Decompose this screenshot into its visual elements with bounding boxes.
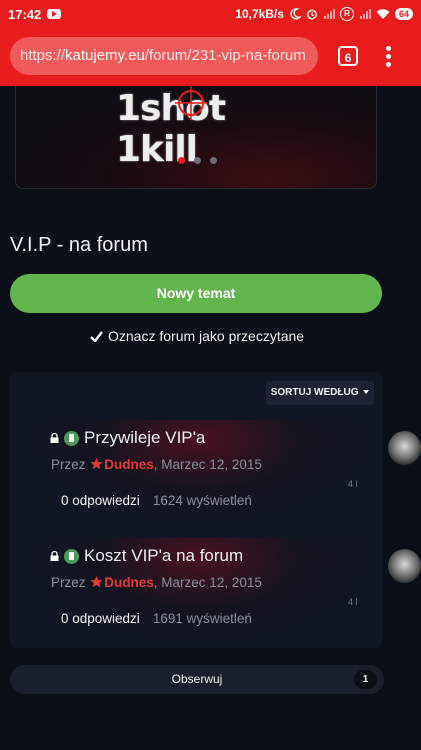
- lock-icon: [50, 433, 59, 443]
- topic-row[interactable]: Przywileje VIP'a Przez Dudnes, Marzec 12…: [38, 420, 362, 520]
- follow-count-badge: 1: [354, 670, 377, 689]
- topic-stats: 0 odpowiedzi 1624 wyświetleń: [61, 493, 252, 508]
- page-title: V.I.P - na forum: [10, 234, 148, 256]
- status-time: 17:42: [8, 6, 42, 22]
- topic-author[interactable]: Dudnes: [104, 575, 154, 590]
- carousel-dot-3[interactable]: [210, 157, 217, 164]
- status-left: 17:42: [8, 6, 62, 22]
- new-topic-button[interactable]: Nowy temat: [10, 274, 382, 313]
- avatar[interactable]: [388, 549, 421, 583]
- topic-date: , Marzec 12, 2015: [153, 575, 262, 590]
- caret-down-icon: [363, 390, 370, 395]
- topic-by: Przez: [51, 575, 86, 590]
- signal-icon: [323, 9, 335, 19]
- topic-stats: 0 odpowiedzi 1691 wyświetleń: [61, 611, 252, 626]
- tab-switcher-button[interactable]: 6: [338, 46, 358, 66]
- star-badge-icon: [90, 576, 103, 588]
- url-path: /forum/231-vip-na-forum: [144, 47, 306, 64]
- topic-row[interactable]: Koszt VIP'a na forum Przez Dudnes, Marze…: [38, 538, 362, 638]
- roaming-badge-icon: R: [339, 7, 354, 21]
- topic-meta: Przez Dudnes, Marzec 12, 2015: [51, 457, 262, 472]
- topic-title-line: Koszt VIP'a na forum: [50, 546, 243, 566]
- battery-icon: 64: [394, 8, 413, 20]
- topic-side-text: 4 l: [348, 597, 358, 607]
- status-right: 10,7kB/s R 64: [235, 7, 413, 21]
- sort-by-button[interactable]: SORTUJ WEDŁUG: [266, 381, 374, 405]
- topic-date: , Marzec 12, 2015: [153, 457, 262, 472]
- pinned-icon: [64, 430, 79, 446]
- url-bar[interactable]: https://katujemy.eu/forum/231-vip-na-for…: [10, 37, 318, 75]
- topic-title-line: Przywileje VIP'a: [50, 428, 205, 448]
- youtube-notification-icon: [47, 9, 62, 19]
- carousel-dot-1[interactable]: [178, 157, 185, 164]
- topic-replies: 0 odpowiedzi: [61, 611, 140, 626]
- carousel-dot-2[interactable]: [194, 157, 201, 164]
- mark-read-label: Oznacz forum jako przeczytane: [108, 328, 305, 344]
- browser-toolbar: https://katujemy.eu/forum/231-vip-na-for…: [0, 28, 421, 86]
- star-badge-icon: [90, 458, 103, 470]
- url-prefix: https://: [20, 47, 66, 64]
- network-speed: 10,7kB/s: [235, 7, 284, 21]
- browser-menu-icon[interactable]: [386, 46, 392, 68]
- banner-carousel[interactable]: 1shot 1kill: [15, 86, 377, 189]
- topic-views: 1691 wyświetleń: [152, 611, 252, 626]
- checkmark-icon: [90, 330, 103, 342]
- avatar[interactable]: [388, 431, 421, 465]
- topic-side-text: 4 l: [348, 479, 358, 489]
- topic-by: Przez: [51, 457, 86, 472]
- status-bar: 17:42 10,7kB/s R 64: [0, 0, 421, 28]
- signal-icon-2: [359, 9, 371, 19]
- topic-title[interactable]: Przywileje VIP'a: [84, 428, 205, 448]
- alarm-icon: [307, 9, 317, 20]
- pinned-icon: [64, 548, 79, 564]
- topic-meta: Przez Dudnes, Marzec 12, 2015: [51, 575, 262, 590]
- lock-icon: [50, 551, 59, 561]
- moon-icon: [290, 8, 301, 20]
- carousel-dots: [178, 157, 217, 164]
- follow-button[interactable]: Obserwuj: [10, 665, 384, 694]
- sort-label: SORTUJ WEDŁUG: [270, 387, 359, 398]
- topic-title[interactable]: Koszt VIP'a na forum: [84, 546, 243, 566]
- topic-author[interactable]: Dudnes: [104, 457, 154, 472]
- wifi-icon: [376, 9, 390, 19]
- mark-read-link[interactable]: Oznacz forum jako przeczytane: [90, 328, 304, 344]
- url-domain: katujemy.eu: [65, 47, 145, 64]
- crosshair-icon: [175, 86, 207, 120]
- topic-replies: 0 odpowiedzi: [61, 493, 140, 508]
- topic-views: 1624 wyświetleń: [152, 493, 252, 508]
